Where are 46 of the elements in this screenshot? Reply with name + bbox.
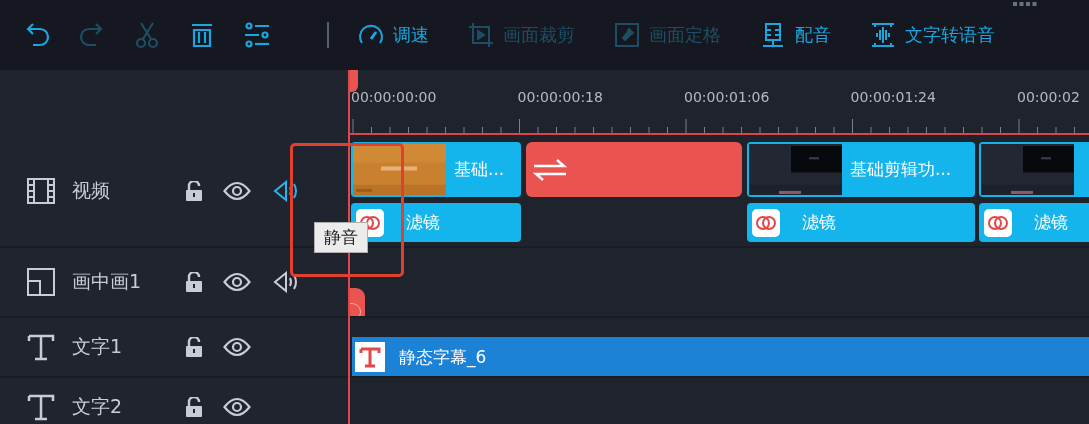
track-name: 画中画1 — [72, 269, 143, 294]
picture-in-picture-icon — [26, 267, 56, 297]
time-label: 00:00:00:18 — [517, 89, 604, 105]
eye-icon[interactable] — [223, 180, 251, 201]
crop-icon — [467, 21, 495, 49]
eye-icon[interactable] — [223, 272, 251, 292]
video-clip[interactable]: 基础... — [351, 142, 521, 197]
filter-label: 滤镜 — [406, 211, 440, 234]
filter-clip[interactable]: 滤镜 — [747, 203, 975, 242]
clip-title: 静态字幕_6 — [399, 345, 487, 369]
video-clip[interactable]: 基础剪辑功... — [747, 142, 975, 197]
text-icon — [355, 342, 385, 372]
sound-wave-icon — [869, 21, 897, 49]
tts-button[interactable]: 文字转语音 — [869, 21, 995, 49]
lock-icon[interactable] — [185, 397, 203, 417]
time-label: 00:00:01:24 — [850, 89, 937, 105]
grip-icon[interactable] — [1013, 2, 1037, 8]
voiceover-button[interactable]: 配音 — [759, 21, 831, 49]
eye-icon[interactable] — [223, 397, 251, 417]
track-name: 文字1 — [72, 334, 124, 359]
lock-icon[interactable] — [185, 272, 203, 292]
time-label: 00:00:00:00 — [351, 89, 438, 105]
pin-icon — [613, 21, 641, 49]
track-name: 文字2 — [72, 394, 124, 419]
text-icon — [26, 332, 56, 362]
playhead-marker[interactable] — [350, 70, 358, 92]
subtitle-clip[interactable]: 静态字幕_6 — [352, 337, 1089, 376]
tooltip: 静音 — [314, 222, 368, 253]
clip-title: 基础剪辑功... — [850, 158, 952, 181]
eye-icon[interactable] — [223, 337, 251, 357]
filter-clip[interactable]: 滤镜 — [979, 203, 1089, 242]
clip-title: 基础... — [454, 158, 505, 181]
time-label: 00:00:02 — [1017, 89, 1081, 105]
text-icon — [26, 392, 56, 422]
lock-icon[interactable] — [185, 337, 203, 357]
filter-label: 滤镜 — [1034, 211, 1068, 234]
film-icon — [26, 175, 56, 206]
settings-button[interactable] — [242, 20, 272, 50]
filter-label: 滤镜 — [802, 211, 836, 234]
transition-clip[interactable] — [526, 142, 742, 197]
filter-icon — [752, 208, 780, 237]
lock-icon[interactable] — [185, 180, 203, 201]
speed-button[interactable]: 调速 — [357, 21, 429, 49]
track-name: 视频 — [72, 177, 111, 203]
filter-icon — [984, 208, 1012, 237]
time-label: 00:00:01:06 — [684, 89, 771, 105]
